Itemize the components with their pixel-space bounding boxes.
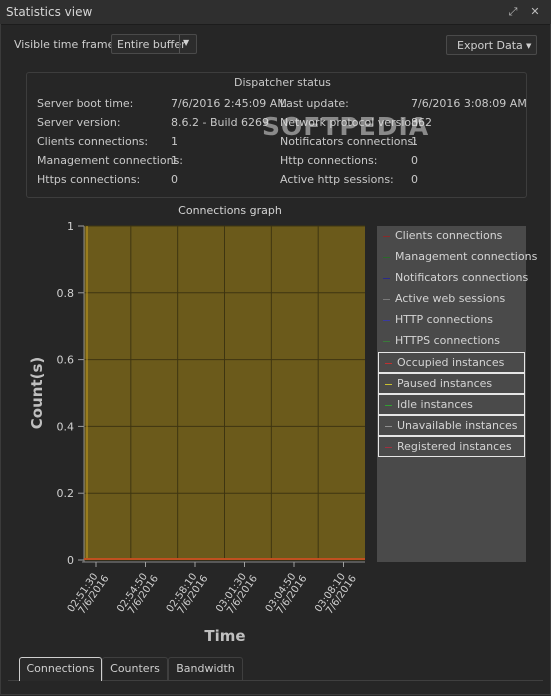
window-title: Statistics view [6, 5, 93, 19]
dispatcher-status-title: Dispatcher status [234, 76, 331, 89]
window-titlebar: Statistics view ⤢ ✕ [0, 0, 551, 25]
legend-label: Unavailable instances [397, 419, 518, 432]
legend-entry[interactable]: Clients connections [377, 226, 526, 247]
close-icon[interactable]: ✕ [528, 5, 542, 19]
chevron-down-icon: ▼ [526, 42, 532, 50]
export-data-label: Export Data [457, 39, 523, 52]
time-frame-value: Entire buffer [117, 38, 186, 51]
legend-swatch [383, 299, 390, 300]
server-version-label: Server version: [37, 116, 121, 129]
legend-entry[interactable]: Unavailable instances [378, 415, 525, 436]
chevron-down-icon: ▼ [183, 38, 190, 47]
https-connections-label: Https connections: [37, 173, 141, 186]
legend-swatch [383, 278, 390, 279]
legend-swatch [383, 341, 390, 342]
server-boot-time-value: 7/6/2016 2:45:09 AM [171, 97, 287, 110]
y-tick-label: 1 [67, 220, 74, 233]
clients-connections-label: Clients connections: [37, 135, 149, 148]
legend-label: Notificators connections [395, 271, 529, 284]
select-divider [179, 35, 180, 53]
legend-swatch [383, 320, 390, 321]
legend-entry[interactable]: HTTP connections [377, 310, 526, 331]
tab-connections[interactable]: Connections [19, 657, 102, 681]
legend-entry[interactable]: Registered instances [378, 436, 525, 457]
time-frame-label: Visible time frame: [14, 38, 119, 51]
legend-label: Paused instances [397, 377, 493, 390]
y-tick-label: 0 [67, 554, 74, 567]
https-connections-value: 0 [171, 173, 178, 186]
legend-label: Idle instances [397, 398, 473, 411]
x-axis-title: Time [204, 627, 245, 645]
time-frame-select[interactable]: Entire buffer ▼ [111, 34, 197, 54]
http-connections-value: 0 [411, 154, 418, 167]
y-tick-label: 0.6 [57, 354, 75, 367]
legend-entry[interactable]: Paused instances [378, 373, 525, 394]
export-data-button[interactable]: Export Data ▼ [446, 35, 537, 55]
legend-entry[interactable]: HTTPS connections [377, 331, 526, 352]
softpedia-watermark: SOFTPEDIA [262, 112, 430, 141]
legend-swatch [383, 257, 390, 258]
legend-label: Occupied instances [397, 356, 505, 369]
legend-label: Clients connections [395, 229, 503, 242]
active-http-sessions-value: 0 [411, 173, 418, 186]
legend-entry[interactable]: Management connections [377, 247, 537, 268]
active-http-sessions-label: Active http sessions: [280, 173, 394, 186]
y-tick-label: 0.2 [57, 487, 75, 500]
y-axis-title: Count(s) [28, 357, 46, 429]
legend-swatch [385, 384, 392, 385]
http-connections-label: Http connections: [280, 154, 378, 167]
legend-label: HTTPS connections [395, 334, 500, 347]
last-update-label: Last update: [280, 97, 349, 110]
legend-swatch [385, 363, 392, 364]
y-tick-label: 0.8 [57, 287, 75, 300]
management-connections-label: Management connections: [37, 154, 184, 167]
chart-title: Connections graph [178, 204, 282, 217]
legend-label: Active web sessions [395, 292, 506, 305]
tab-bandwidth[interactable]: Bandwidth [168, 657, 243, 681]
chart-legend: Clients connections Management connection… [377, 226, 537, 562]
y-tick-label: 0.4 [57, 420, 75, 433]
legend-entry[interactable]: Idle instances [378, 394, 525, 415]
legend-entry[interactable]: Occupied instances [378, 352, 525, 373]
legend-swatch [385, 426, 392, 427]
legend-label: HTTP connections [395, 313, 493, 326]
last-update-value: 7/6/2016 3:08:09 AM [411, 97, 527, 110]
legend-swatch [383, 236, 390, 237]
legend-swatch [385, 405, 392, 406]
legend-swatch [385, 447, 392, 448]
server-version-value: 8.6.2 - Build 6269 [171, 116, 270, 129]
legend-entry[interactable]: Notificators connections [377, 268, 529, 289]
legend-label: Management connections [395, 250, 538, 263]
legend-entry[interactable]: Active web sessions [377, 289, 526, 310]
legend-label: Registered instances [397, 440, 512, 453]
tab-counters[interactable]: Counters [102, 657, 168, 681]
maximize-icon[interactable]: ⤢ [506, 5, 520, 19]
clients-connections-value: 1 [171, 135, 178, 148]
management-connections-value: 1 [171, 154, 178, 167]
server-boot-time-label: Server boot time: [37, 97, 134, 110]
